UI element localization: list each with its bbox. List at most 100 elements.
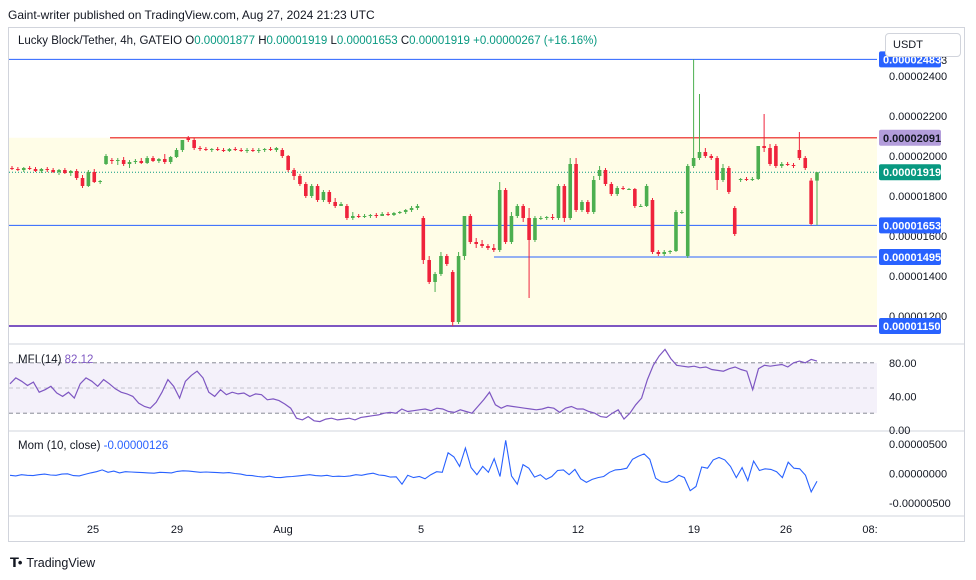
candle-body: [251, 150, 255, 151]
candle-body: [715, 158, 719, 180]
candle: [303, 182, 308, 198]
candle-body: [256, 150, 261, 151]
candle: [586, 200, 590, 214]
candle-body: [268, 149, 273, 150]
candle-body: [39, 169, 44, 171]
candle: [774, 144, 778, 168]
price-level-badge-label: 0.00001653: [883, 220, 941, 232]
candle-body: [127, 162, 132, 164]
candle-body: [386, 214, 390, 215]
candle: [574, 158, 578, 212]
candle: [809, 178, 813, 226]
candle-body: [33, 169, 38, 171]
candle-body: [45, 169, 50, 170]
candle-body: [174, 150, 179, 157]
candle: [562, 184, 567, 222]
mom-legend[interactable]: Mom (10, close) -0.00000126: [18, 440, 168, 452]
candle-body: [221, 150, 226, 151]
currency-button[interactable]: USDT: [885, 33, 961, 57]
candle: [509, 212, 514, 244]
candle-body: [239, 150, 243, 151]
candle-body: [374, 215, 379, 216]
candle-body: [691, 158, 696, 166]
candle-body: [157, 159, 161, 161]
candle: [633, 188, 637, 208]
candle: [650, 198, 655, 254]
candle-body: [609, 184, 614, 194]
candle-body: [503, 190, 508, 242]
candle-body: [151, 158, 155, 161]
time-axis-tick: 25: [87, 524, 99, 536]
candle-body: [415, 206, 420, 208]
candle-body: [803, 158, 808, 168]
candle-body: [456, 256, 461, 322]
candle-body: [280, 150, 285, 156]
mfi-axis-tick: 80.00: [889, 358, 917, 370]
candle-body: [145, 158, 149, 163]
candle-body: [298, 176, 302, 184]
candle-body: [539, 218, 543, 219]
candle-body: [527, 218, 531, 240]
candle: [286, 155, 290, 172]
candle-body: [468, 216, 473, 242]
candle: [732, 206, 737, 236]
candle-body: [115, 160, 120, 161]
price-axis-tick: 0.00002400: [889, 71, 947, 83]
candle-body: [480, 244, 484, 246]
mfi-legend[interactable]: MFI (14) 82.12: [18, 354, 93, 366]
candle-body: [638, 206, 643, 207]
candle: [86, 170, 91, 187]
candle-body: [227, 149, 232, 151]
candle-body: [245, 150, 249, 151]
time-axis-tick: 29: [171, 524, 183, 536]
candle-body: [509, 216, 514, 242]
price-axis-tick: 0.00001800: [889, 191, 947, 203]
candle-body: [233, 149, 238, 150]
chart-canvas[interactable]: 0.000024830.000024000.000022000.00002000…: [0, 0, 976, 580]
time-axis-tick: 08:: [862, 524, 877, 536]
candle-body: [433, 274, 437, 282]
tradingview-logo[interactable]: 𝗧• TradingView: [10, 555, 95, 571]
time-axis-tick: 26: [780, 524, 792, 536]
candle-body: [327, 192, 332, 202]
price-level-badge-label: 0.00001150: [883, 321, 941, 333]
candle-body: [797, 150, 802, 158]
candle-body: [209, 149, 214, 150]
candle-body: [785, 164, 790, 165]
candle-body: [644, 186, 649, 206]
candle: [456, 252, 461, 324]
candle: [609, 182, 614, 196]
candle-body: [286, 156, 290, 170]
candle: [515, 204, 520, 218]
candle-body: [192, 140, 196, 148]
candle: [315, 184, 320, 202]
candle-body: [345, 206, 349, 218]
candle-body: [727, 168, 731, 192]
candle: [421, 216, 426, 264]
candle-body: [198, 148, 202, 149]
candle-body: [51, 170, 55, 172]
candle-body: [650, 200, 655, 252]
candle: [727, 166, 731, 194]
candle-body: [633, 189, 637, 206]
tradingview-logo-icon: 𝗧•: [10, 555, 22, 570]
candle-body: [204, 149, 208, 150]
candle-body: [486, 246, 490, 248]
candle-body: [315, 186, 320, 200]
candle-body: [274, 148, 279, 150]
open-value: 0.00001877: [194, 35, 255, 47]
candle-body: [703, 152, 708, 156]
candle-body: [809, 180, 813, 224]
candle: [568, 158, 573, 220]
mfi-axis-tick: 0.00: [889, 425, 910, 437]
symbol-name[interactable]: Lucky Block/Tether, 4h, GATEIO: [18, 35, 182, 47]
candle-body: [368, 215, 373, 216]
candle-body: [779, 164, 784, 166]
candle-body: [709, 156, 714, 158]
candle: [591, 176, 596, 214]
candle: [503, 188, 508, 244]
candle: [603, 168, 608, 186]
close-value: 0.00001919: [409, 35, 470, 47]
candle-body: [292, 170, 296, 176]
open-label: O: [185, 35, 195, 47]
